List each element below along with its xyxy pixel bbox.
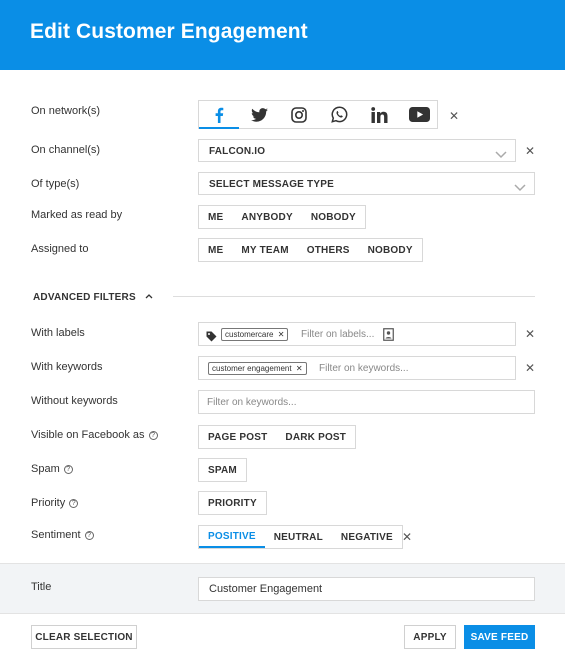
marked-read-nobody-button[interactable]: NOBODY (302, 206, 365, 228)
help-icon[interactable]: ? (69, 499, 79, 508)
channels-label: On channel(s) (31, 144, 101, 156)
spam-button[interactable]: SPAM (199, 459, 246, 481)
title-label: Title (31, 581, 52, 593)
types-label: Of type(s) (31, 178, 80, 190)
section-divider (173, 296, 535, 297)
network-selector (198, 100, 438, 129)
linkedin-icon (370, 106, 388, 123)
visible-facebook-options: PAGE POST DARK POST (198, 425, 357, 449)
without-keywords-placeholder: Filter on keywords... (207, 397, 297, 408)
channel-select-value: FALCON.IO (209, 146, 266, 157)
marked-read-me-button[interactable]: ME (199, 206, 232, 228)
marked-read-options: ME ANYBODY NOBODY (198, 205, 366, 229)
message-type-select[interactable]: SELECT MESSAGE TYPE (198, 172, 535, 195)
channel-select[interactable]: FALCON.IO (198, 139, 516, 162)
network-youtube-button[interactable] (399, 101, 439, 128)
remove-keyword-tag-button[interactable]: ✕ (296, 364, 303, 373)
networks-label: On network(s) (31, 105, 101, 117)
clear-labels-button[interactable]: ✕ (525, 327, 535, 341)
chevron-down-icon (514, 179, 526, 197)
with-keywords-label: With keywords (31, 361, 103, 373)
clear-selection-button[interactable]: CLEAR SELECTION (31, 625, 137, 649)
twitter-icon (250, 107, 268, 122)
label-tag-text: customercare (225, 330, 274, 339)
clear-keywords-button[interactable]: ✕ (525, 361, 535, 375)
dialog-title: Edit Customer Engagement (30, 20, 308, 43)
assigned-others-button[interactable]: OTHERS (298, 239, 359, 261)
sentiment-positive-button[interactable]: POSITIVE (199, 526, 265, 548)
marked-read-label: Marked as read by (31, 209, 123, 221)
labels-filter-placeholder: Filter on labels... (301, 329, 375, 340)
sentiment-label: Sentiment? (31, 529, 94, 541)
clear-channel-button[interactable]: ✕ (525, 144, 535, 158)
keywords-filter-placeholder: Filter on keywords... (319, 363, 409, 374)
assigned-nobody-button[interactable]: NOBODY (359, 239, 422, 261)
network-twitter-button[interactable] (239, 101, 279, 128)
spam-label-text: Spam (31, 463, 60, 475)
network-linkedin-button[interactable] (359, 101, 399, 128)
sentiment-label-text: Sentiment (31, 529, 81, 541)
help-icon[interactable]: ? (84, 531, 94, 540)
labels-filter-input[interactable]: customercare ✕ Filter on labels... (198, 322, 516, 346)
without-keywords-label: Without keywords (31, 395, 118, 407)
instagram-icon (291, 106, 307, 123)
sentiment-negative-button[interactable]: NEGATIVE (332, 526, 402, 548)
network-whatsapp-button[interactable] (319, 101, 359, 128)
sentiment-neutral-button[interactable]: NEUTRAL (265, 526, 332, 548)
save-feed-button[interactable]: SAVE FEED (464, 625, 535, 649)
dialog-header: Edit Customer Engagement (0, 0, 565, 70)
spam-options: SPAM (198, 458, 247, 482)
selected-network-indicator (199, 127, 239, 129)
clear-networks-button[interactable]: ✕ (449, 109, 459, 123)
priority-options: PRIORITY (198, 491, 267, 515)
network-facebook-button[interactable] (199, 101, 239, 129)
advanced-filters-toggle[interactable]: ADVANCED FILTERS (33, 291, 153, 303)
chevron-up-icon (145, 291, 153, 302)
keywords-filter-input[interactable]: customer engagement ✕ Filter on keywords… (198, 356, 516, 380)
tag-icon (206, 329, 217, 347)
network-instagram-button[interactable] (279, 101, 319, 128)
label-tag: customercare ✕ (221, 328, 289, 341)
priority-label-text: Priority (31, 497, 66, 509)
help-icon[interactable]: ? (148, 431, 158, 440)
visible-facebook-label-text: Visible on Facebook as (31, 429, 145, 441)
remove-label-tag-button[interactable]: ✕ (278, 330, 285, 339)
assigned-label: Assigned to (31, 243, 89, 255)
dark-post-button[interactable]: DARK POST (276, 426, 355, 448)
keyword-tag: customer engagement ✕ (208, 362, 307, 375)
page-post-button[interactable]: PAGE POST (199, 426, 276, 448)
youtube-icon (408, 107, 430, 122)
priority-label: Priority? (31, 497, 79, 509)
priority-button[interactable]: PRIORITY (199, 492, 266, 514)
assigned-me-button[interactable]: ME (199, 239, 232, 261)
facebook-icon (214, 107, 224, 123)
with-labels-label: With labels (31, 327, 85, 339)
clear-sentiment-button[interactable]: ✕ (402, 530, 412, 544)
advanced-filters-title: ADVANCED FILTERS (33, 292, 136, 303)
whatsapp-icon (330, 106, 348, 123)
spam-label: Spam? (31, 463, 73, 475)
message-type-select-value: SELECT MESSAGE TYPE (209, 179, 334, 190)
assigned-options: ME MY TEAM OTHERS NOBODY (198, 238, 423, 262)
apply-button[interactable]: APPLY (404, 625, 456, 649)
feed-title-input[interactable] (198, 577, 535, 601)
without-keywords-input[interactable]: Filter on keywords... (198, 390, 535, 414)
chevron-down-icon (495, 146, 507, 164)
assigned-my-team-button[interactable]: MY TEAM (232, 239, 297, 261)
marked-read-anybody-button[interactable]: ANYBODY (232, 206, 301, 228)
contact-card-icon[interactable] (383, 328, 394, 346)
sentiment-options: POSITIVE NEUTRAL NEGATIVE (198, 525, 403, 549)
help-icon[interactable]: ? (63, 465, 73, 474)
visible-facebook-label: Visible on Facebook as? (31, 429, 158, 441)
keyword-tag-text: customer engagement (212, 364, 292, 373)
